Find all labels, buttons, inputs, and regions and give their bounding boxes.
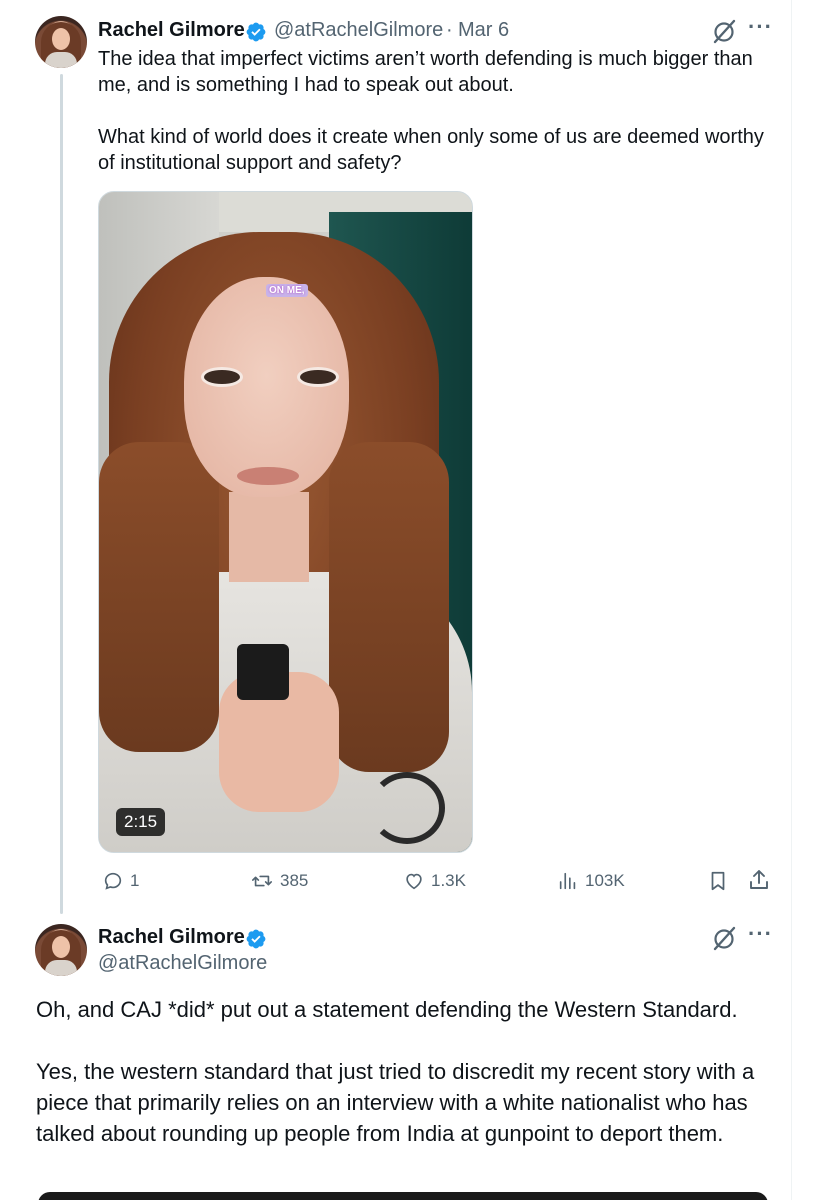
grok-icon[interactable] [711, 18, 737, 44]
avatar[interactable] [35, 924, 87, 976]
like-button[interactable]: 1.3K [403, 868, 466, 894]
reply-button[interactable]: 1 [102, 868, 139, 894]
author-handle[interactable]: @atRachelGilmore [274, 19, 443, 42]
verified-badge-icon [246, 929, 266, 949]
post-text-paragraph-1: Oh, and CAJ *did* put out a statement de… [36, 997, 738, 1022]
repost-count: 385 [280, 871, 309, 890]
video-player[interactable]: ON ME, 2:15 [98, 191, 473, 853]
post-date[interactable]: Mar 6 [458, 19, 509, 42]
like-icon [406, 873, 422, 890]
views-icon [559, 872, 576, 890]
more-icon[interactable]: ··· [748, 14, 773, 40]
post-text-paragraph-2: Yes, the western standard that just trie… [36, 1059, 755, 1146]
views-button[interactable]: 103K [557, 868, 625, 894]
reply-count: 1 [130, 871, 140, 890]
avatar[interactable] [35, 16, 87, 68]
more-icon[interactable]: ··· [748, 921, 773, 947]
author-handle[interactable]: @atRachelGilmore [98, 952, 267, 975]
post-text: The idea that imperfect victims aren’t w… [98, 48, 764, 174]
video-duration-badge: 2:15 [116, 808, 166, 836]
author-name[interactable]: Rachel Gilmore [98, 926, 245, 949]
grok-icon[interactable] [711, 925, 737, 951]
video-caption-overlay: ON ME, [266, 284, 308, 297]
bookmark-icon[interactable] [707, 869, 729, 893]
verified-badge-icon [246, 22, 266, 42]
author-name[interactable]: Rachel Gilmore [98, 19, 245, 42]
post-thread: Rachel Gilmore @atRachelGilmore · Mar 6 … [0, 0, 825, 1200]
date-separator: · [446, 19, 453, 41]
share-icon[interactable] [747, 868, 771, 892]
views-count: 103K [585, 871, 625, 890]
repost-icon [252, 875, 272, 887]
like-count: 1.3K [431, 871, 466, 890]
attached-media-preview[interactable] [38, 1192, 768, 1200]
repost-button[interactable]: 385 [250, 868, 308, 894]
column-divider [791, 0, 792, 1200]
reply-icon [104, 872, 122, 890]
thread-connector-line [60, 74, 63, 914]
